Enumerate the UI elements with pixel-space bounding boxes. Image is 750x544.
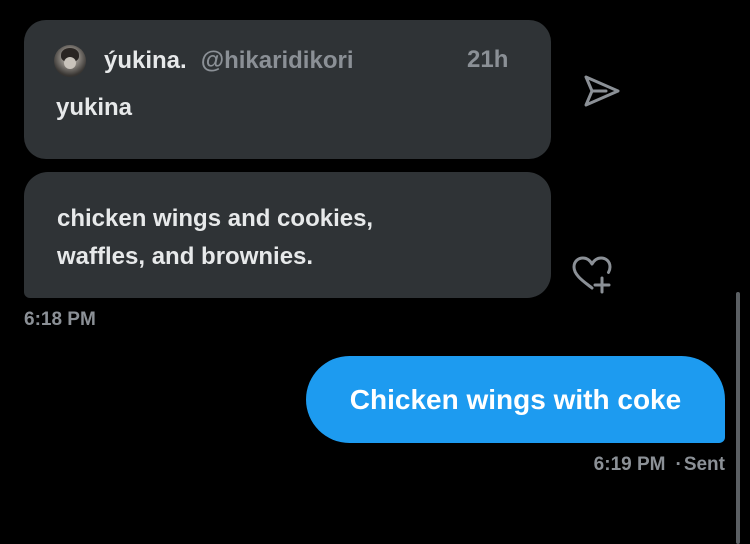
quoted-post-header: ýukina. @hikaridikori	[54, 44, 353, 78]
received-message-bubble[interactable]: chicken wings and cookies, waffles, and …	[24, 172, 551, 298]
scrollbar[interactable]	[736, 292, 740, 544]
status-separator: ·	[675, 454, 682, 475]
quoted-post-text: yukina	[56, 94, 133, 121]
received-message-line: chicken wings and cookies,	[57, 205, 374, 232]
sent-status: Sent	[683, 454, 725, 475]
sent-message-meta: 6:19 PM · Sent	[594, 454, 725, 476]
sent-message-bubble[interactable]: Chicken wings with coke	[306, 356, 725, 443]
send-icon[interactable]	[582, 72, 622, 112]
received-message-time: 6:18 PM	[24, 309, 96, 330]
quoted-post-time: 21h	[467, 46, 509, 73]
received-message-line: waffles, and brownies.	[57, 243, 314, 270]
quoted-post-handle: @hikaridikori	[200, 47, 354, 74]
heart-plus-icon[interactable]	[570, 254, 614, 294]
avatar	[54, 45, 86, 77]
sent-message-text: Chicken wings with coke	[349, 383, 682, 415]
quoted-post-display-name: ýukina.	[104, 47, 187, 74]
quoted-post-card[interactable]: ýukina. @hikaridikori 21h yukina	[24, 20, 551, 159]
sent-message-time: 6:19 PM	[593, 454, 666, 475]
